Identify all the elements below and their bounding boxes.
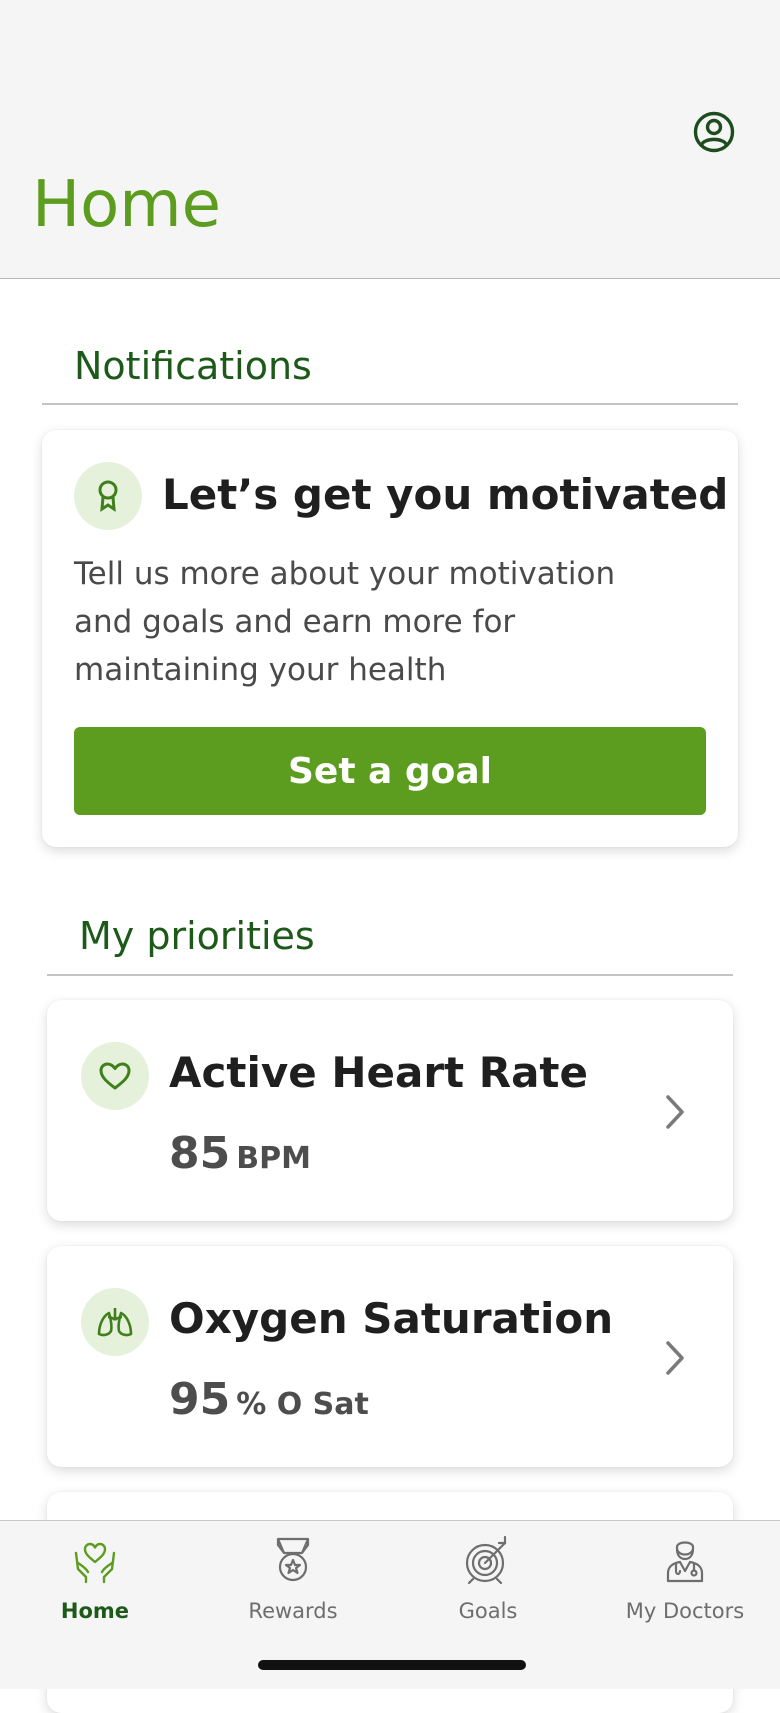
- doctor-icon: [666, 1541, 704, 1583]
- target-icon: [465, 1535, 507, 1585]
- priority-title: Oxygen Saturation: [169, 1294, 614, 1343]
- notification-title: Let’s get you motivated: [162, 470, 729, 519]
- metric-unit: % O Sat: [236, 1387, 369, 1422]
- heart-icon-badge: [81, 1042, 149, 1110]
- tab-my-doctors[interactable]: My Doctors: [595, 1535, 775, 1635]
- tab-label: Home: [60, 1599, 130, 1623]
- tab-goals[interactable]: Goals: [398, 1535, 578, 1635]
- page-title: Home: [32, 168, 221, 242]
- section-divider: [42, 403, 738, 405]
- priority-card-oxygen-saturation[interactable]: Oxygen Saturation 95% O Sat: [47, 1246, 733, 1467]
- lungs-icon: [97, 1308, 133, 1337]
- tab-label: My Doctors: [625, 1599, 745, 1623]
- notification-body: Tell us more about your motivation and g…: [74, 556, 616, 688]
- tab-label: Goals: [458, 1599, 518, 1623]
- metric-unit: BPM: [236, 1141, 311, 1176]
- tab-label: Rewards: [248, 1599, 338, 1623]
- metric-value: 95: [169, 1374, 231, 1425]
- heart-in-hands-icon: [74, 1542, 116, 1584]
- medal-icon: [276, 1537, 310, 1582]
- tab-rewards[interactable]: Rewards: [203, 1535, 383, 1635]
- award-icon-badge: [74, 462, 142, 530]
- set-goal-button[interactable]: Set a goal: [74, 727, 706, 815]
- profile-button[interactable]: [690, 108, 738, 156]
- priorities-section-title: My priorities: [79, 914, 315, 958]
- notifications-section-title: Notifications: [74, 344, 312, 388]
- section-divider: [47, 974, 733, 976]
- app-header: Home: [0, 0, 780, 279]
- tab-home[interactable]: Home: [5, 1535, 185, 1635]
- metric-value: 85: [169, 1128, 231, 1179]
- oxygen-saturation-reading: 95% O Sat: [169, 1374, 369, 1425]
- priority-title: Active Heart Rate: [169, 1048, 588, 1097]
- lungs-icon-badge: [81, 1288, 149, 1356]
- award-ribbon-icon: [98, 480, 118, 512]
- heart-icon: [99, 1062, 131, 1090]
- home-indicator: [258, 1660, 526, 1670]
- chevron-right-icon: [666, 1341, 684, 1375]
- chevron-right-icon: [666, 1095, 684, 1129]
- motivation-notification-card: Let’s get you motivated Tell us more abo…: [42, 430, 738, 847]
- priority-card-heart-rate[interactable]: Active Heart Rate 85 BPM: [47, 1000, 733, 1221]
- user-profile-icon: [693, 111, 735, 153]
- heart-rate-reading: 85 BPM: [169, 1128, 311, 1179]
